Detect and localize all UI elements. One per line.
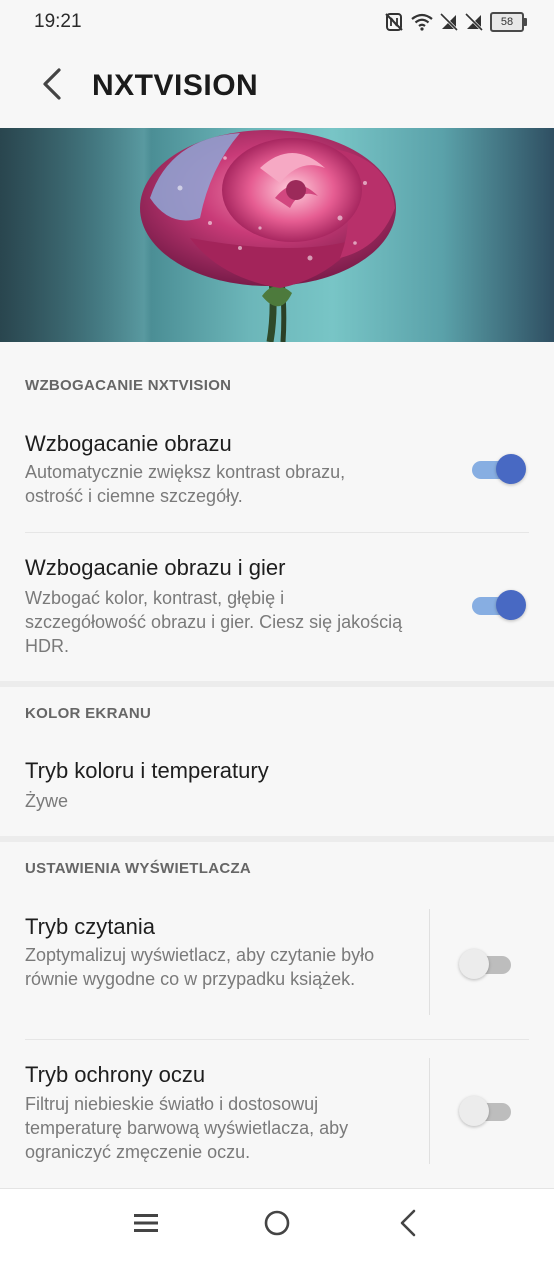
setting-image-game-enhancement[interactable]: Wzbogacanie obrazu i gier Wzbogać kolor,… [0, 533, 554, 681]
section-header-enhancement: WZBOGACANIE NXTVISION [25, 377, 232, 394]
image-game-enhancement-toggle[interactable] [470, 587, 526, 621]
sim2-no-signal-icon [465, 13, 483, 31]
system-back-button[interactable] [378, 1196, 438, 1256]
section-divider [0, 681, 554, 687]
wifi-icon [411, 13, 433, 31]
home-icon [263, 1209, 291, 1242]
nfc-off-icon [384, 12, 404, 32]
setting-description: Filtruj niebieskie światło i dostosowuj … [25, 1094, 349, 1162]
status-icons: 58 [384, 12, 527, 32]
back-arrow-icon [40, 67, 64, 106]
status-time: 19:21 [34, 11, 82, 32]
reading-mode-toggle[interactable] [459, 946, 515, 980]
recents-button[interactable] [116, 1196, 176, 1256]
back-button[interactable] [22, 56, 82, 116]
status-bar: 19:21 58 [0, 0, 554, 44]
setting-title: Tryb koloru i temperatury [25, 758, 269, 783]
setting-color-mode[interactable]: Tryb koloru i temperatury Żywe [0, 738, 554, 836]
page-title: NXTVISION [92, 69, 259, 102]
home-button[interactable] [247, 1196, 307, 1256]
vertical-divider [429, 909, 430, 1015]
rose-illustration [140, 130, 396, 342]
setting-description: Automatycznie zwiększ kontrast obrazu, o… [25, 462, 346, 506]
setting-description: Wzbogać kolor, kontrast, głębię i szczeg… [25, 588, 403, 656]
setting-eye-protection[interactable]: Tryb ochrony oczu Filtruj niebieskie świ… [0, 1040, 554, 1188]
section-header-display-settings: USTAWIENIA WYŚWIETLACZA [25, 860, 252, 877]
eye-protection-toggle[interactable] [459, 1093, 515, 1127]
setting-title: Tryb ochrony oczu [25, 1062, 206, 1087]
battery-icon: 58 [490, 12, 527, 32]
vertical-divider [429, 1058, 430, 1164]
settings-screen: 19:21 58 NXTVISION WZBOGACANIE NXTVISION… [0, 0, 554, 1262]
app-bar: NXTVISION [0, 44, 554, 128]
setting-value: Żywe [25, 791, 69, 811]
system-nav-bar [0, 1188, 554, 1262]
setting-description: Zoptymalizuj wyświetlacz, aby czytanie b… [25, 945, 375, 989]
sim1-no-signal-icon [440, 13, 458, 31]
setting-title: Wzbogacanie obrazu [25, 431, 232, 456]
menu-icon [133, 1213, 159, 1238]
setting-image-enhancement[interactable]: Wzbogacanie obrazu Automatycznie zwiększ… [0, 410, 554, 532]
section-header-screen-color: KOLOR EKRANU [25, 705, 152, 722]
image-enhancement-toggle[interactable] [470, 451, 526, 485]
setting-title: Wzbogacanie obrazu i gier [25, 555, 286, 580]
hero-rose-image [0, 128, 554, 342]
back-icon [399, 1209, 417, 1242]
setting-reading-mode[interactable]: Tryb czytania Zoptymalizuj wyświetlacz, … [0, 893, 554, 1039]
section-divider [0, 836, 554, 842]
setting-title: Tryb czytania [25, 914, 156, 939]
